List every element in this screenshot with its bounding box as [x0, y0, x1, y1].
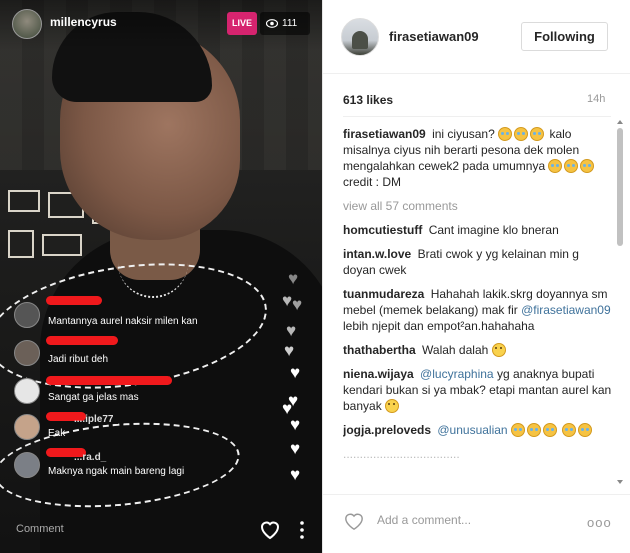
- mention-link[interactable]: @lucyraphina: [420, 367, 494, 381]
- mention-link[interactable]: @unusualian: [437, 423, 507, 437]
- live-badge: LIVE: [227, 12, 257, 35]
- redaction-bar: [46, 296, 102, 305]
- post-header: firasetiawan09 Following: [323, 0, 630, 74]
- floating-heart-icon: ♥: [292, 295, 303, 314]
- more-options-button[interactable]: ooo: [587, 515, 612, 530]
- crying-emoji-icon: [564, 159, 579, 173]
- viewer-count: 111: [282, 18, 298, 29]
- comment-username[interactable]: niena.wijaya: [343, 367, 414, 381]
- live-username[interactable]: millencyrus: [50, 15, 117, 29]
- post-panel: firasetiawan09 Following 613 likes 14h f…: [322, 0, 630, 553]
- comment-text: Walah dalah: [422, 343, 489, 357]
- more-options-icon[interactable]: [298, 519, 306, 541]
- live-comment-input[interactable]: Comment: [16, 523, 64, 535]
- view-all-comments-link[interactable]: view all 57 comments: [343, 198, 613, 214]
- floating-heart-icon: ♥: [290, 363, 301, 382]
- likes-count[interactable]: 613 likes: [343, 93, 393, 107]
- comment: thathabertha Walah dalah: [343, 342, 613, 358]
- floating-heart-icon: ♥: [290, 465, 301, 484]
- commenter-avatar: [14, 414, 40, 440]
- scroll-down-arrow-icon[interactable]: [616, 478, 624, 486]
- grimace-emoji-icon: [491, 343, 506, 357]
- comment: homcutiestuff Cant imagine klo bneran: [343, 222, 613, 238]
- grimace-emoji-icon: [385, 399, 400, 413]
- comment: niena.wijaya @lucyraphina yg anaknya bup…: [343, 366, 613, 414]
- comment: intan.w.love Brati cwok y yg kelainan mi…: [343, 246, 613, 278]
- mention-link[interactable]: @firasetiawan09: [521, 303, 611, 317]
- crying-emoji-icon: [510, 423, 525, 437]
- caption: firasetiawan09 ini ciyusan? kalo misalny…: [343, 126, 613, 190]
- comment-username[interactable]: homcutiestuff: [343, 223, 422, 237]
- floating-heart-icon: ♥: [286, 321, 297, 340]
- floating-heart-icon: ♥: [290, 439, 301, 458]
- live-comment-text: Maknya ngak main bareng lagi: [48, 466, 185, 477]
- live-footer: Comment: [0, 505, 322, 553]
- comment: tuanmudareza Hahahah lakik.skrg doyannya…: [343, 286, 613, 334]
- crying-emoji-icon: [562, 423, 577, 437]
- eye-icon: [265, 19, 279, 28]
- crying-emoji-icon: [578, 423, 593, 437]
- commenter-avatar: [14, 452, 40, 478]
- caption-text: ini ciyusan?: [432, 127, 495, 141]
- following-button[interactable]: Following: [521, 22, 608, 51]
- live-comment-name: ...ra.d_: [74, 452, 107, 463]
- crying-emoji-icon: [548, 159, 563, 173]
- crying-emoji-icon: [526, 423, 541, 437]
- comment-text: ...................................: [343, 447, 460, 461]
- live-video-panel: millencyrus LIVE 111 Mantannya aurel nak…: [0, 0, 322, 553]
- crying-emoji-icon: [498, 127, 513, 141]
- commenter-avatar: [14, 302, 40, 328]
- crying-emoji-icon: [580, 159, 595, 173]
- live-comment-name: ....iple77: [74, 414, 114, 425]
- caption-credit: credit : DM: [343, 175, 402, 189]
- post-user-avatar[interactable]: [341, 18, 379, 56]
- post-age: 14h: [587, 93, 606, 105]
- floating-heart-icon: ♥: [290, 415, 301, 434]
- redaction-bar: [46, 336, 118, 345]
- floating-heart-icon: ♥: [282, 291, 293, 310]
- scroll-up-arrow-icon[interactable]: [616, 118, 624, 126]
- live-header: millencyrus LIVE 111: [0, 0, 322, 50]
- comment-username[interactable]: intan.w.love: [343, 247, 411, 261]
- comment-partial: ...................................: [343, 446, 613, 462]
- comment: jogja.preloveds @unusualian: [343, 422, 613, 438]
- caption-username[interactable]: firasetiawan09: [343, 127, 426, 141]
- live-comment-text: Sangat ga jelas mas: [48, 392, 139, 403]
- heart-icon[interactable]: [258, 517, 282, 541]
- scrollbar-thumb[interactable]: [617, 128, 623, 246]
- crying-emoji-icon: [542, 423, 557, 437]
- comment-text: lebih njepit dan empot²an.hahahaha: [343, 319, 535, 333]
- post-footer: ooo: [323, 494, 630, 553]
- post-username[interactable]: firasetiawan09: [389, 29, 479, 44]
- comment-text: Cant imagine klo bneran: [428, 223, 559, 237]
- redaction-bar: [46, 376, 172, 385]
- commenter-avatar: [14, 340, 40, 366]
- comment-username[interactable]: thathabertha: [343, 343, 416, 357]
- crying-emoji-icon: [530, 127, 545, 141]
- comment-username[interactable]: jogja.preloveds: [343, 423, 431, 437]
- live-comment-text: Jadi ribut deh: [48, 354, 109, 365]
- divider: [343, 116, 611, 117]
- commenter-avatar: [14, 378, 40, 404]
- live-comment-text: Eak: [48, 428, 66, 439]
- crying-emoji-icon: [514, 127, 529, 141]
- viewer-count-badge: 111: [260, 12, 310, 35]
- floating-heart-icon: ♥: [284, 341, 295, 360]
- comment-username[interactable]: tuanmudareza: [343, 287, 424, 301]
- like-heart-icon[interactable]: [343, 511, 365, 531]
- floating-heart-icon: ♥: [288, 269, 299, 288]
- live-user-avatar[interactable]: [12, 9, 42, 39]
- add-comment-input[interactable]: [377, 513, 577, 527]
- comment-list: firasetiawan09 ini ciyusan? kalo misalny…: [343, 126, 613, 486]
- live-comment-text: Mantannya aurel naksir milen kan: [48, 316, 198, 327]
